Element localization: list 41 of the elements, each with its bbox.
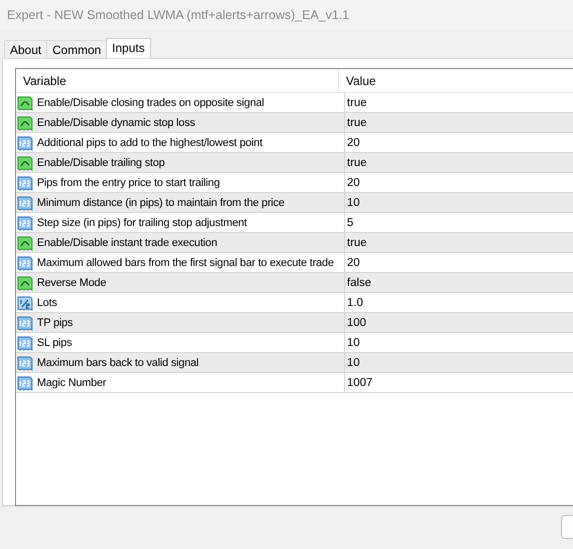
value-cell[interactable]: 100: [347, 316, 366, 328]
variable-name: Lots: [37, 296, 57, 308]
column-header[interactable]: Variable: [16, 69, 339, 92]
fraction-icon: [17, 294, 33, 310]
value-cell[interactable]: 10: [347, 196, 360, 208]
variable-name: Enable/Disable dynamic stop loss: [37, 116, 196, 128]
value-cell[interactable]: 10: [347, 356, 360, 368]
variable-name: Step size (in pips) for trailing stop adjustment: [37, 216, 247, 228]
variable-name: Pips from the entry price to start trailing: [37, 176, 220, 188]
variable-name: SL pips: [37, 336, 72, 348]
variable-name: Enable/Disable instant trade execution: [37, 236, 218, 248]
variable-name: Additional pips to add to the highest/lowest point: [37, 136, 262, 148]
variable-name: Reverse Mode: [37, 276, 106, 288]
value-cell[interactable]: 10: [347, 336, 360, 348]
variable-name: TP pips: [37, 316, 73, 328]
tab[interactable]: About: [4, 40, 48, 58]
window-title: Expert - NEW Smoothed LWMA (mtf+alerts+arrows)_EA_v1.1: [7, 8, 350, 22]
variable-name: Magic Number: [37, 376, 106, 388]
variable-name: Minimum distance (in pips) to maintain from the price: [37, 196, 284, 208]
value-cell[interactable]: 20: [347, 136, 360, 148]
value-cell[interactable]: 20: [347, 256, 360, 268]
value-cell[interactable]: 20: [347, 176, 360, 188]
toggle-icon: [17, 114, 33, 130]
tab[interactable]: Inputs: [106, 38, 151, 58]
value-cell[interactable]: true: [347, 116, 367, 128]
variable-name: Maximum bars back to valid signal: [37, 356, 199, 368]
toggle-icon: [17, 154, 33, 170]
toggle-icon: [17, 234, 33, 250]
variable-name: Enable/Disable trailing stop: [37, 156, 165, 168]
value-cell[interactable]: false: [347, 276, 372, 288]
value-cell[interactable]: true: [347, 96, 367, 108]
value-cell[interactable]: 1007: [347, 376, 373, 388]
toggle-icon: [17, 274, 33, 290]
variable-name: Maximum allowed bars from the first signal bar to execute trade: [37, 256, 334, 268]
value-cell[interactable]: true: [347, 236, 367, 248]
value-cell[interactable]: 1.0: [347, 296, 363, 308]
variable-name: Enable/Disable closing trades on opposite signal: [37, 96, 264, 108]
value-cell[interactable]: true: [347, 156, 367, 168]
value-cell[interactable]: 5: [347, 216, 354, 228]
toggle-icon: [17, 94, 33, 110]
column-header[interactable]: Value: [339, 74, 376, 88]
